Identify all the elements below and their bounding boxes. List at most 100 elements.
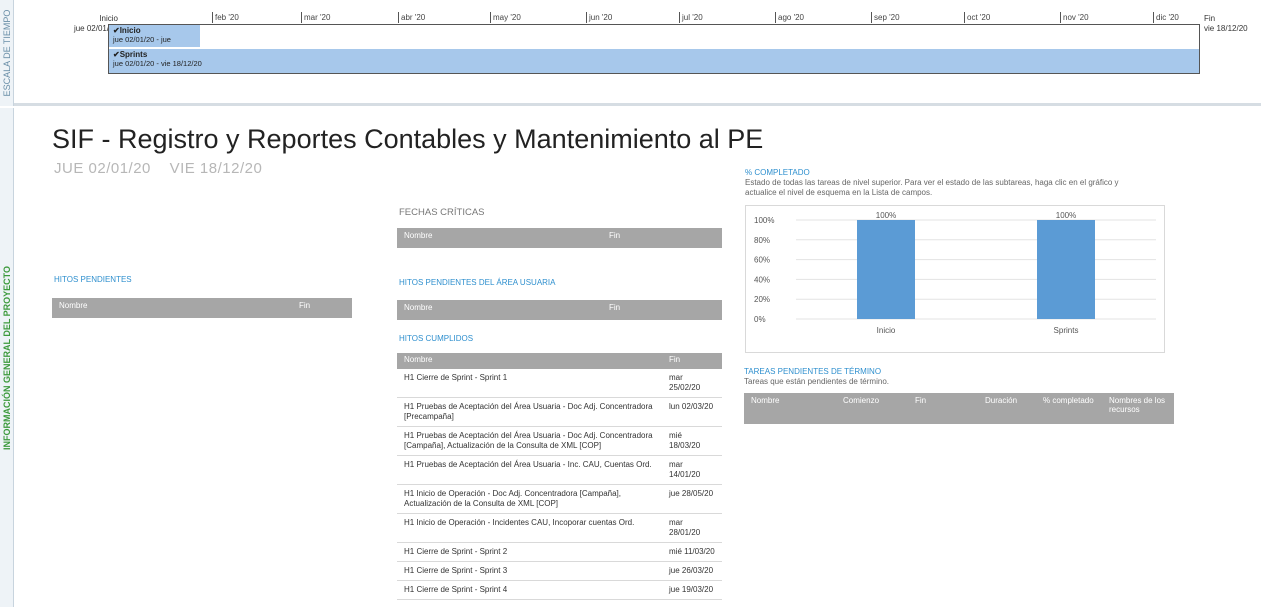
row-end: mié 18/03/20 — [662, 426, 722, 456]
month-label: may '20 — [490, 12, 521, 23]
y-tick-label: 100% — [754, 216, 774, 225]
row-name: H1 Inicio de Operación - Incidentes CAU,… — [397, 513, 662, 543]
timeline-months: feb '20 mar '20 abr '20 may '20 jun '20 … — [122, 12, 1212, 24]
fechas-criticas-table[interactable]: Nombre Fin — [397, 228, 722, 248]
column-header-duracion: Duración — [978, 393, 1036, 424]
timeline[interactable]: Inicio jue 02/01/20 feb '20 mar '20 abr … — [14, 0, 1261, 106]
timeline-bar-sprints[interactable]: ✔Sprints jue 02/01/20 - vie 18/12/20 — [109, 49, 1199, 73]
month-label: nov '20 — [1060, 12, 1089, 23]
month-label: feb '20 — [212, 12, 239, 23]
row-name: H1 Cierre de Sprint - Sprint 3 — [397, 561, 662, 581]
report-body: SIF - Registro y Reportes Contables y Ma… — [14, 108, 1261, 607]
column-header-recursos: Nombres de los recursos — [1102, 393, 1174, 424]
row-name: H1 Cierre de Sprint - Sprint 2 — [397, 542, 662, 562]
page-title: SIF - Registro y Reportes Contables y Ma… — [52, 124, 764, 154]
check-icon: ✔ — [113, 50, 120, 59]
completado-chart[interactable]: 100% 80% 60% 40% 20% 0% 100% Inicio 100% Sprints — [745, 205, 1165, 353]
info-side-label: INFORMACIÓN GENERAL DEL PROYECTO — [0, 108, 14, 607]
hitos-cumplidos-heading: HITOS CUMPLIDOS — [399, 334, 474, 343]
y-tick-label: 80% — [754, 236, 770, 245]
row-name: H1 Cierre de Sprint - Sprint 1 — [397, 369, 662, 398]
table-row[interactable]: H1 Pruebas de Aceptación del Área Usuari… — [397, 397, 722, 427]
table-row[interactable]: H1 Cierre de Sprint - Sprint 3 jue 26/03/… — [397, 561, 722, 581]
project-end-date: VIE 18/12/20 — [169, 160, 263, 177]
column-header-nombre: Nombre — [52, 298, 292, 318]
y-tick-label: 20% — [754, 295, 770, 304]
month-label: oct '20 — [964, 12, 990, 23]
timeline-bar-dates: jue 02/01/20 - vie 18/12/20 — [113, 59, 202, 68]
column-header-fin: Fin — [908, 393, 978, 424]
row-end: mié 11/03/20 — [662, 542, 722, 562]
column-header-nombre: Nombre — [397, 228, 602, 248]
project-start-date: JUE 02/01/20 — [54, 160, 151, 177]
row-end: jue 28/05/20 — [662, 484, 722, 514]
table-row[interactable]: H1 Pruebas de Aceptación del Área Usuari… — [397, 455, 722, 485]
month-label: dic '20 — [1153, 12, 1179, 23]
y-tick-label: 60% — [754, 256, 770, 265]
row-end: mar 28/01/20 — [662, 513, 722, 543]
month-label: jul '20 — [679, 12, 703, 23]
timeline-bar-name: Inicio — [119, 26, 141, 35]
column-header-fin: Fin — [602, 228, 722, 248]
column-header-fin: Fin — [662, 353, 722, 369]
column-header-nombre: Nombre — [397, 300, 602, 320]
month-label: abr '20 — [398, 12, 425, 23]
bar — [1037, 220, 1095, 319]
table-row[interactable]: H1 Inicio de Operación - Doc Adj. Concen… — [397, 484, 722, 514]
column-header-nombre: Nombre — [397, 353, 662, 369]
hitos-area-heading: HITOS PENDIENTES DEL ÁREA USUARIA — [399, 278, 556, 287]
x-tick-label: Sprints — [1054, 326, 1079, 335]
hitos-area-table[interactable]: Nombre Fin — [397, 300, 722, 320]
timeline-track[interactable]: ✔Inicio jue 02/01/20 - jue ✔Sprints jue … — [108, 24, 1200, 74]
row-end: jue 26/03/20 — [662, 561, 722, 581]
data-label: 100% — [1056, 211, 1076, 220]
info-side-label-text: INFORMACIÓN GENERAL DEL PROYECTO — [1, 265, 12, 450]
y-tick-label: 40% — [754, 275, 770, 284]
timeline-bar-dates: jue 02/01/20 - jue — [113, 35, 171, 44]
tareas-pendientes-table[interactable]: Nombre Comienzo Fin Duración % completad… — [744, 393, 1174, 424]
tareas-pendientes-heading: TAREAS PENDIENTES DE TÉRMINO — [744, 367, 882, 376]
timeline-end: Fin vie 18/12/20 — [1204, 14, 1248, 34]
fechas-criticas-heading: FECHAS CRÍTICAS — [399, 207, 485, 218]
column-header-completado: % completado — [1036, 393, 1102, 424]
column-header-fin: Fin — [292, 298, 352, 318]
table-row[interactable]: H1 Pruebas de Aceptación del Área Usuari… — [397, 426, 722, 456]
month-label: ago '20 — [775, 12, 804, 23]
table-row[interactable]: H1 Cierre de Sprint - Sprint 2 mié 11/03/… — [397, 542, 722, 562]
month-label: jun '20 — [586, 12, 612, 23]
table-row[interactable]: H1 Cierre de Sprint - Sprint 1 mar 25/02/… — [397, 369, 722, 398]
hitos-pendientes-table[interactable]: Nombre Fin — [52, 298, 352, 318]
row-name: H1 Pruebas de Aceptación del Área Usuari… — [397, 397, 662, 427]
y-tick-label: 0% — [754, 315, 766, 324]
check-icon: ✔ — [113, 26, 120, 35]
table-row[interactable]: H1 Inicio de Operación - Incidentes CAU,… — [397, 513, 722, 543]
row-name: H1 Inicio de Operación - Doc Adj. Concen… — [397, 484, 662, 514]
row-name: H1 Pruebas de Aceptación del Área Usuari… — [397, 426, 662, 456]
timeline-bar-inicio[interactable]: ✔Inicio jue 02/01/20 - jue — [109, 25, 200, 47]
timeline-side-label: ESCALA DE TIEMPO — [0, 0, 14, 106]
row-end: lun 02/03/20 — [662, 397, 722, 427]
column-header-nombre: Nombre — [744, 393, 836, 424]
row-end: mar 14/01/20 — [662, 455, 722, 485]
completado-description: Estado de todas las tareas de nivel supe… — [745, 178, 1119, 197]
project-dates: JUE 02/01/20 VIE 18/12/20 — [54, 160, 262, 177]
column-header-fin: Fin — [602, 300, 722, 320]
timeline-side-label-text: ESCALA DE TIEMPO — [1, 9, 12, 97]
hitos-pendientes-heading: HITOS PENDIENTES — [54, 275, 132, 284]
bar — [857, 220, 915, 319]
chart-svg: 100% 80% 60% 40% 20% 0% 100% Inicio 100% Sprints — [754, 211, 1156, 335]
table-row[interactable]: H1 Cierre de Sprint - Sprint 4 jue 19/03/… — [397, 580, 722, 600]
tareas-pendientes-description: Tareas que están pendientes de término. — [744, 377, 889, 386]
row-name: H1 Cierre de Sprint - Sprint 4 — [397, 580, 662, 600]
x-tick-label: Inicio — [877, 326, 896, 335]
timeline-end-label: Fin — [1204, 14, 1216, 23]
completado-heading: % COMPLETADO — [745, 168, 810, 177]
month-label: mar '20 — [301, 12, 330, 23]
timeline-end-date: vie 18/12/20 — [1204, 24, 1248, 33]
row-end: jue 19/03/20 — [662, 580, 722, 600]
row-name: H1 Pruebas de Aceptación del Área Usuari… — [397, 455, 662, 485]
timeline-bar-name: Sprints — [119, 50, 148, 59]
month-label: sep '20 — [871, 12, 900, 23]
data-label: 100% — [876, 211, 896, 220]
hitos-cumplidos-table[interactable]: Nombre Fin H1 Cierre de Sprint - Sprint … — [397, 353, 722, 600]
